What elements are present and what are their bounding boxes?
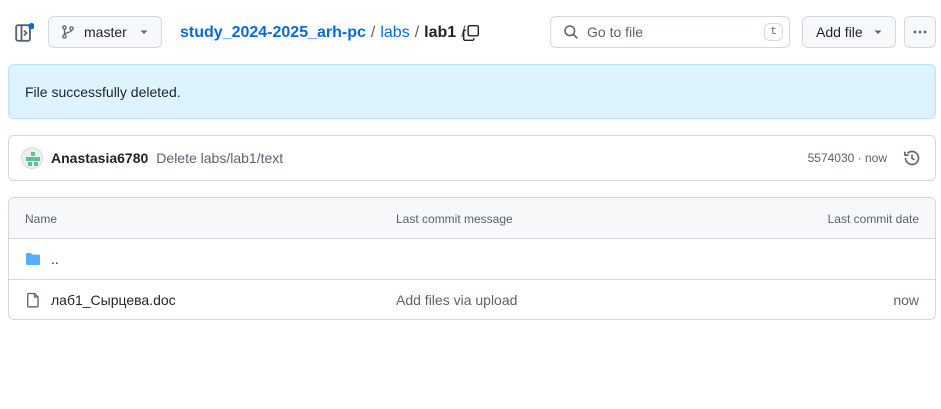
latest-commit-bar: Anastasia6780 Delete labs/lab1/text 5574… [8,135,936,181]
breadcrumb-repo-link[interactable]: study_2024-2025_arh-pc [180,24,366,42]
kebab-horizontal-icon [913,30,927,34]
table-header: Name Last commit message Last commit dat… [9,198,935,239]
keyboard-shortcut-hint: t [764,23,783,41]
breadcrumb-current: lab1 [424,24,457,41]
breadcrumb-separator: / [414,24,420,41]
file-icon [27,292,39,308]
breadcrumb: study_2024-2025_arh-pc / labs / lab1 / [180,22,471,44]
caret-down-icon [874,30,882,34]
breadcrumb-folder-link[interactable]: labs [380,24,409,42]
commit-author-link[interactable]: Anastasia6780 [51,150,148,166]
sidebar-toggle-button[interactable] [12,21,36,45]
table-row[interactable]: лаб1_Сырцева.doc Add files via upload no… [9,279,935,319]
history-icon [904,150,920,166]
folder-icon [26,253,40,265]
copy-icon [462,24,480,42]
file-name-link[interactable]: лаб1_Сырцева.doc [51,292,176,308]
breadcrumb-separator: / [370,24,376,41]
search-icon [564,25,578,39]
avatar[interactable] [21,147,43,169]
history-button[interactable] [903,149,921,167]
go-to-file-input[interactable]: Go to file t [550,16,790,48]
parent-directory-link[interactable]: .. [51,251,59,267]
commit-message-link[interactable]: Delete labs/lab1/text [156,150,283,166]
last-commit-date: now [893,292,919,308]
add-file-button[interactable]: Add file [802,16,896,48]
flash-message: File successfully deleted. [25,83,181,100]
column-header-last-commit-date: Last commit date [827,212,919,226]
file-table: Name Last commit message Last commit dat… [8,197,936,320]
more-options-button[interactable] [904,16,936,48]
table-row[interactable]: .. [9,239,935,279]
caret-down-icon [140,30,148,34]
branch-selector-button[interactable]: master [48,16,162,48]
git-branch-icon [62,25,74,39]
column-header-last-commit-message: Last commit message [396,212,513,226]
branch-name: master [84,24,127,40]
add-file-label: Add file [816,24,863,40]
copy-path-button[interactable] [462,24,480,42]
sidebar-expand-icon [15,23,34,42]
flash-notice: File successfully deleted. [8,64,936,119]
identicon-icon [26,152,40,166]
column-header-name: Name [25,212,58,226]
commit-sha-time[interactable]: 5574030 · now [808,151,887,165]
search-placeholder: Go to file [587,24,644,40]
last-commit-message-link[interactable]: Add files via upload [396,292,517,308]
